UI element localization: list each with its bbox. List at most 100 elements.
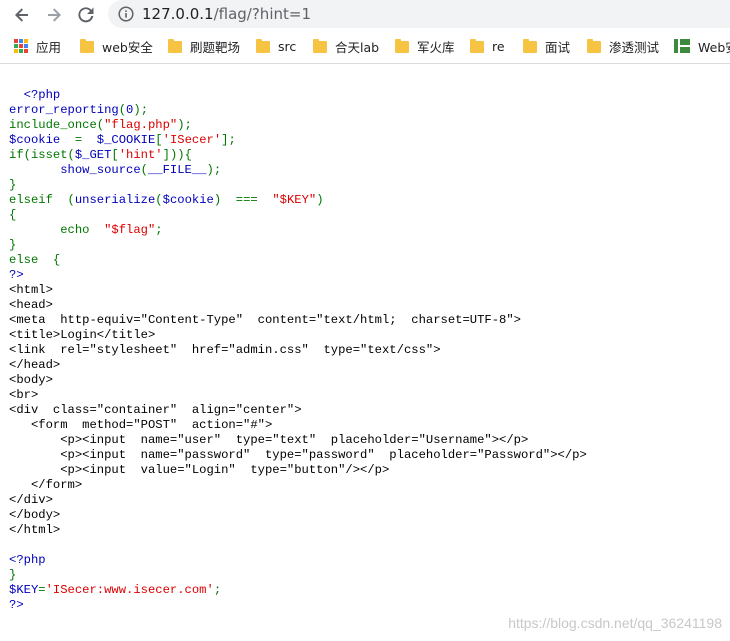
bookmark-web-favicon[interactable]: Web安 [674, 37, 730, 55]
code-token: "$KEY" [265, 193, 317, 207]
bookmark-label: re [492, 38, 505, 54]
bookmark-web-security[interactable]: web安全 [80, 37, 153, 55]
code-token: <p><input value="Login" type="button"/><… [9, 463, 390, 477]
code-token: </div> [9, 493, 53, 507]
code-token: ); [206, 163, 222, 177]
code-token: <p><input name="password" type="password… [9, 448, 587, 462]
address-bar[interactable]: 127.0.0.1/flag/?hint=1 [108, 0, 730, 28]
code-line: <p><input value="Login" type="button"/><… [9, 463, 587, 478]
code-line: </div> [9, 493, 587, 508]
folder-icon [168, 38, 182, 53]
forward-arrow-icon[interactable] [42, 3, 66, 27]
code-token: </html> [9, 523, 61, 537]
code-line: <body> [9, 373, 587, 388]
code-token: echo [9, 223, 97, 237]
code-line: } [9, 178, 587, 193]
bookmark-label: Web安 [698, 39, 730, 55]
code-token: 'hint' [118, 148, 163, 162]
code-token: ?> [9, 268, 24, 282]
url-path: /flag/?hint=1 [213, 5, 311, 23]
code-line: <html> [9, 283, 587, 298]
code-token: unserialize [74, 193, 156, 207]
back-arrow-icon[interactable] [10, 3, 34, 27]
code-token: <head> [9, 298, 53, 312]
bookmark-pentest[interactable]: 渗透测试 [587, 37, 659, 55]
bookmark-label: 渗透测试 [609, 39, 660, 55]
code-line: <?php [9, 553, 587, 568]
code-token: [ [155, 133, 163, 147]
code-line: </html> [9, 523, 587, 538]
folder-icon [395, 38, 409, 53]
bookmark-src[interactable]: src [256, 37, 296, 55]
url-host: 127.0.0.1 [142, 5, 214, 23]
code-line: <head> [9, 298, 587, 313]
code-line: include_once("flag.php"); [9, 118, 587, 133]
code-token: $_GET [74, 148, 112, 162]
code-token: { [45, 253, 61, 267]
bookmark-practice-range[interactable]: 刷题靶场 [168, 37, 240, 55]
code-token: } [9, 178, 17, 192]
code-line: echo "$flag"; [9, 223, 587, 238]
bookmark-arsenal[interactable]: 军火库 [395, 37, 455, 55]
code-token: ( [96, 118, 105, 132]
php-source-code: <?php error_reporting(0); include_once("fl… [9, 88, 587, 613]
code-line: { [9, 208, 587, 223]
code-token: error_reporting [9, 103, 119, 117]
code-token: ); [177, 118, 192, 132]
apps-grid-icon [14, 39, 28, 53]
url-text[interactable]: 127.0.0.1/flag/?hint=1 [142, 5, 311, 23]
bookmark-label: web安全 [102, 39, 153, 55]
code-line: <link rel="stylesheet" href="admin.css" … [9, 343, 587, 358]
bookmark-label: 合天lab [335, 39, 380, 55]
code-token: </form> [9, 478, 83, 492]
code-line: <form method="POST" action="#"> [9, 418, 587, 433]
code-token: = [67, 133, 90, 147]
code-line: </form> [9, 478, 587, 493]
code-line: show_source(__FILE__); [9, 163, 587, 178]
code-line: } [9, 568, 587, 583]
code-token: 'ISecer' [162, 133, 222, 147]
folder-icon [523, 38, 537, 53]
code-token: ) [213, 193, 229, 207]
code-token: <br> [9, 388, 39, 402]
web-favicon-icon [674, 38, 690, 54]
code-line: ?> [9, 268, 587, 283]
code-line: <title>Login</title> [9, 328, 587, 343]
code-line: </body> [9, 508, 587, 523]
code-token: ); [133, 103, 149, 117]
code-token: <body> [9, 373, 53, 387]
code-token: <form method="POST" action="#"> [9, 418, 273, 432]
code-token: <?php [9, 553, 46, 567]
code-token: ])){ [162, 148, 192, 162]
reload-icon[interactable] [74, 3, 98, 27]
code-token: = [38, 583, 46, 597]
code-token: $KEY [9, 583, 39, 597]
code-token: { [9, 208, 17, 222]
bookmark-hetian-lab[interactable]: 合天lab [313, 37, 379, 55]
code-token: <html> [9, 283, 53, 297]
code-token: ) [316, 193, 324, 207]
bookmark-interview[interactable]: 面试 [523, 37, 570, 55]
watermark: https://blog.csdn.net/qq_36241198 [508, 615, 722, 631]
code-token: ]; [221, 133, 236, 147]
folder-icon [80, 38, 94, 53]
bookmark-label: 刷题靶场 [190, 39, 241, 55]
code-line: <?php [9, 88, 587, 103]
code-token: <?php [9, 88, 61, 102]
bookmark-re[interactable]: re [470, 37, 505, 55]
code-token: [ [111, 148, 119, 162]
code-token: if(isset( [9, 148, 75, 162]
folder-icon [256, 38, 270, 53]
code-line: ?> [9, 598, 587, 613]
code-line: $KEY='ISecer:www.isecer.com'; [9, 583, 587, 598]
bookmark-apps[interactable]: 应用 [14, 37, 61, 55]
code-token: ( [60, 193, 75, 207]
code-token: show_source [9, 163, 141, 177]
folder-icon [313, 38, 327, 53]
code-line: elseif (unserialize($cookie) === "$KEY") [9, 193, 587, 208]
code-token: } [9, 568, 17, 582]
code-token: <link rel="stylesheet" href="admin.css" … [9, 343, 441, 357]
info-icon[interactable] [118, 6, 134, 22]
bookmarks-bar: 应用 web安全 刷题靶场 src 合天lab 军火库 re 面试 渗透测试 W… [0, 30, 730, 64]
code-token: <meta http-equiv="Content-Type" content=… [9, 313, 521, 327]
